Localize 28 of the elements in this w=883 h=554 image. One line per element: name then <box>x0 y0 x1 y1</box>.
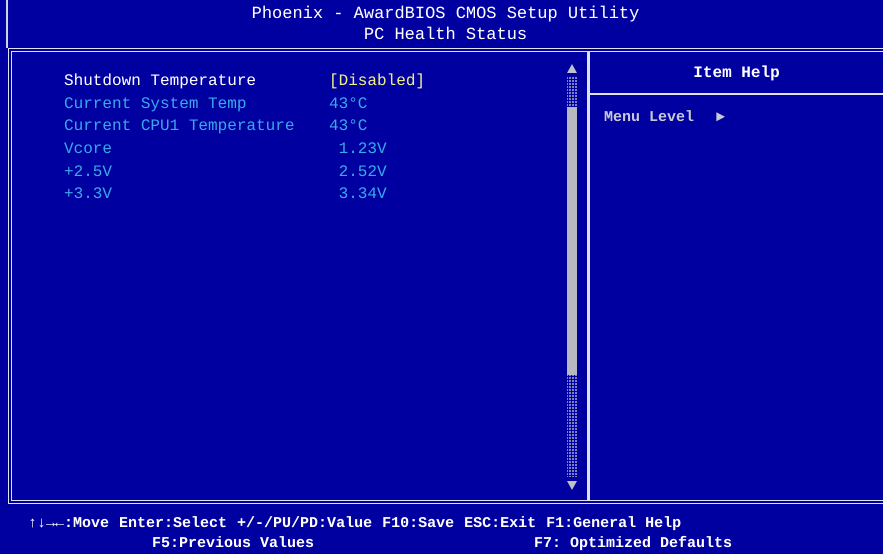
page-title: PC Health Status <box>364 25 528 46</box>
key-hint: F10:Save <box>382 514 454 534</box>
help-title: Item Help <box>590 52 883 95</box>
item-value: 3.34V <box>338 185 387 204</box>
key-hint: F7: Optimized Defaults <box>534 534 732 554</box>
key-hint: ESC:Exit <box>464 514 536 534</box>
key-hint: +/-/PU/PD:Value <box>237 514 372 534</box>
scrollbar[interactable] <box>566 77 578 477</box>
window-title: Phoenix - AwardBIOS CMOS Setup Utility <box>252 4 640 25</box>
item-label: +3.3V <box>64 185 114 204</box>
item-label: Current CPU1 Temperature <box>64 117 296 136</box>
menu-level-marker: ► <box>716 109 726 126</box>
scroll-down-icon[interactable] <box>567 481 577 490</box>
item-value: 2.52V <box>338 162 387 181</box>
key-hint: ↑↓→←:Move <box>28 514 110 534</box>
item-label: Vcore <box>64 140 114 158</box>
key-hint: Enter:Select <box>119 514 228 534</box>
item-label: +2.5V <box>64 162 114 181</box>
item-value[interactable]: [Disabled] <box>329 72 426 90</box>
item-label[interactable]: Shutdown Temperature <box>64 72 329 90</box>
key-hint: F5:Previous Values <box>152 534 314 554</box>
key-hint: F1:General Help <box>546 514 682 534</box>
scroll-up-icon[interactable] <box>567 64 577 73</box>
item-label: Current System Temp <box>64 94 248 113</box>
item-value: 43°C <box>329 117 368 136</box>
item-value: 1.23V <box>338 140 387 158</box>
item-value: 43°C <box>329 94 368 113</box>
menu-level-label: Menu Level <box>604 109 694 126</box>
